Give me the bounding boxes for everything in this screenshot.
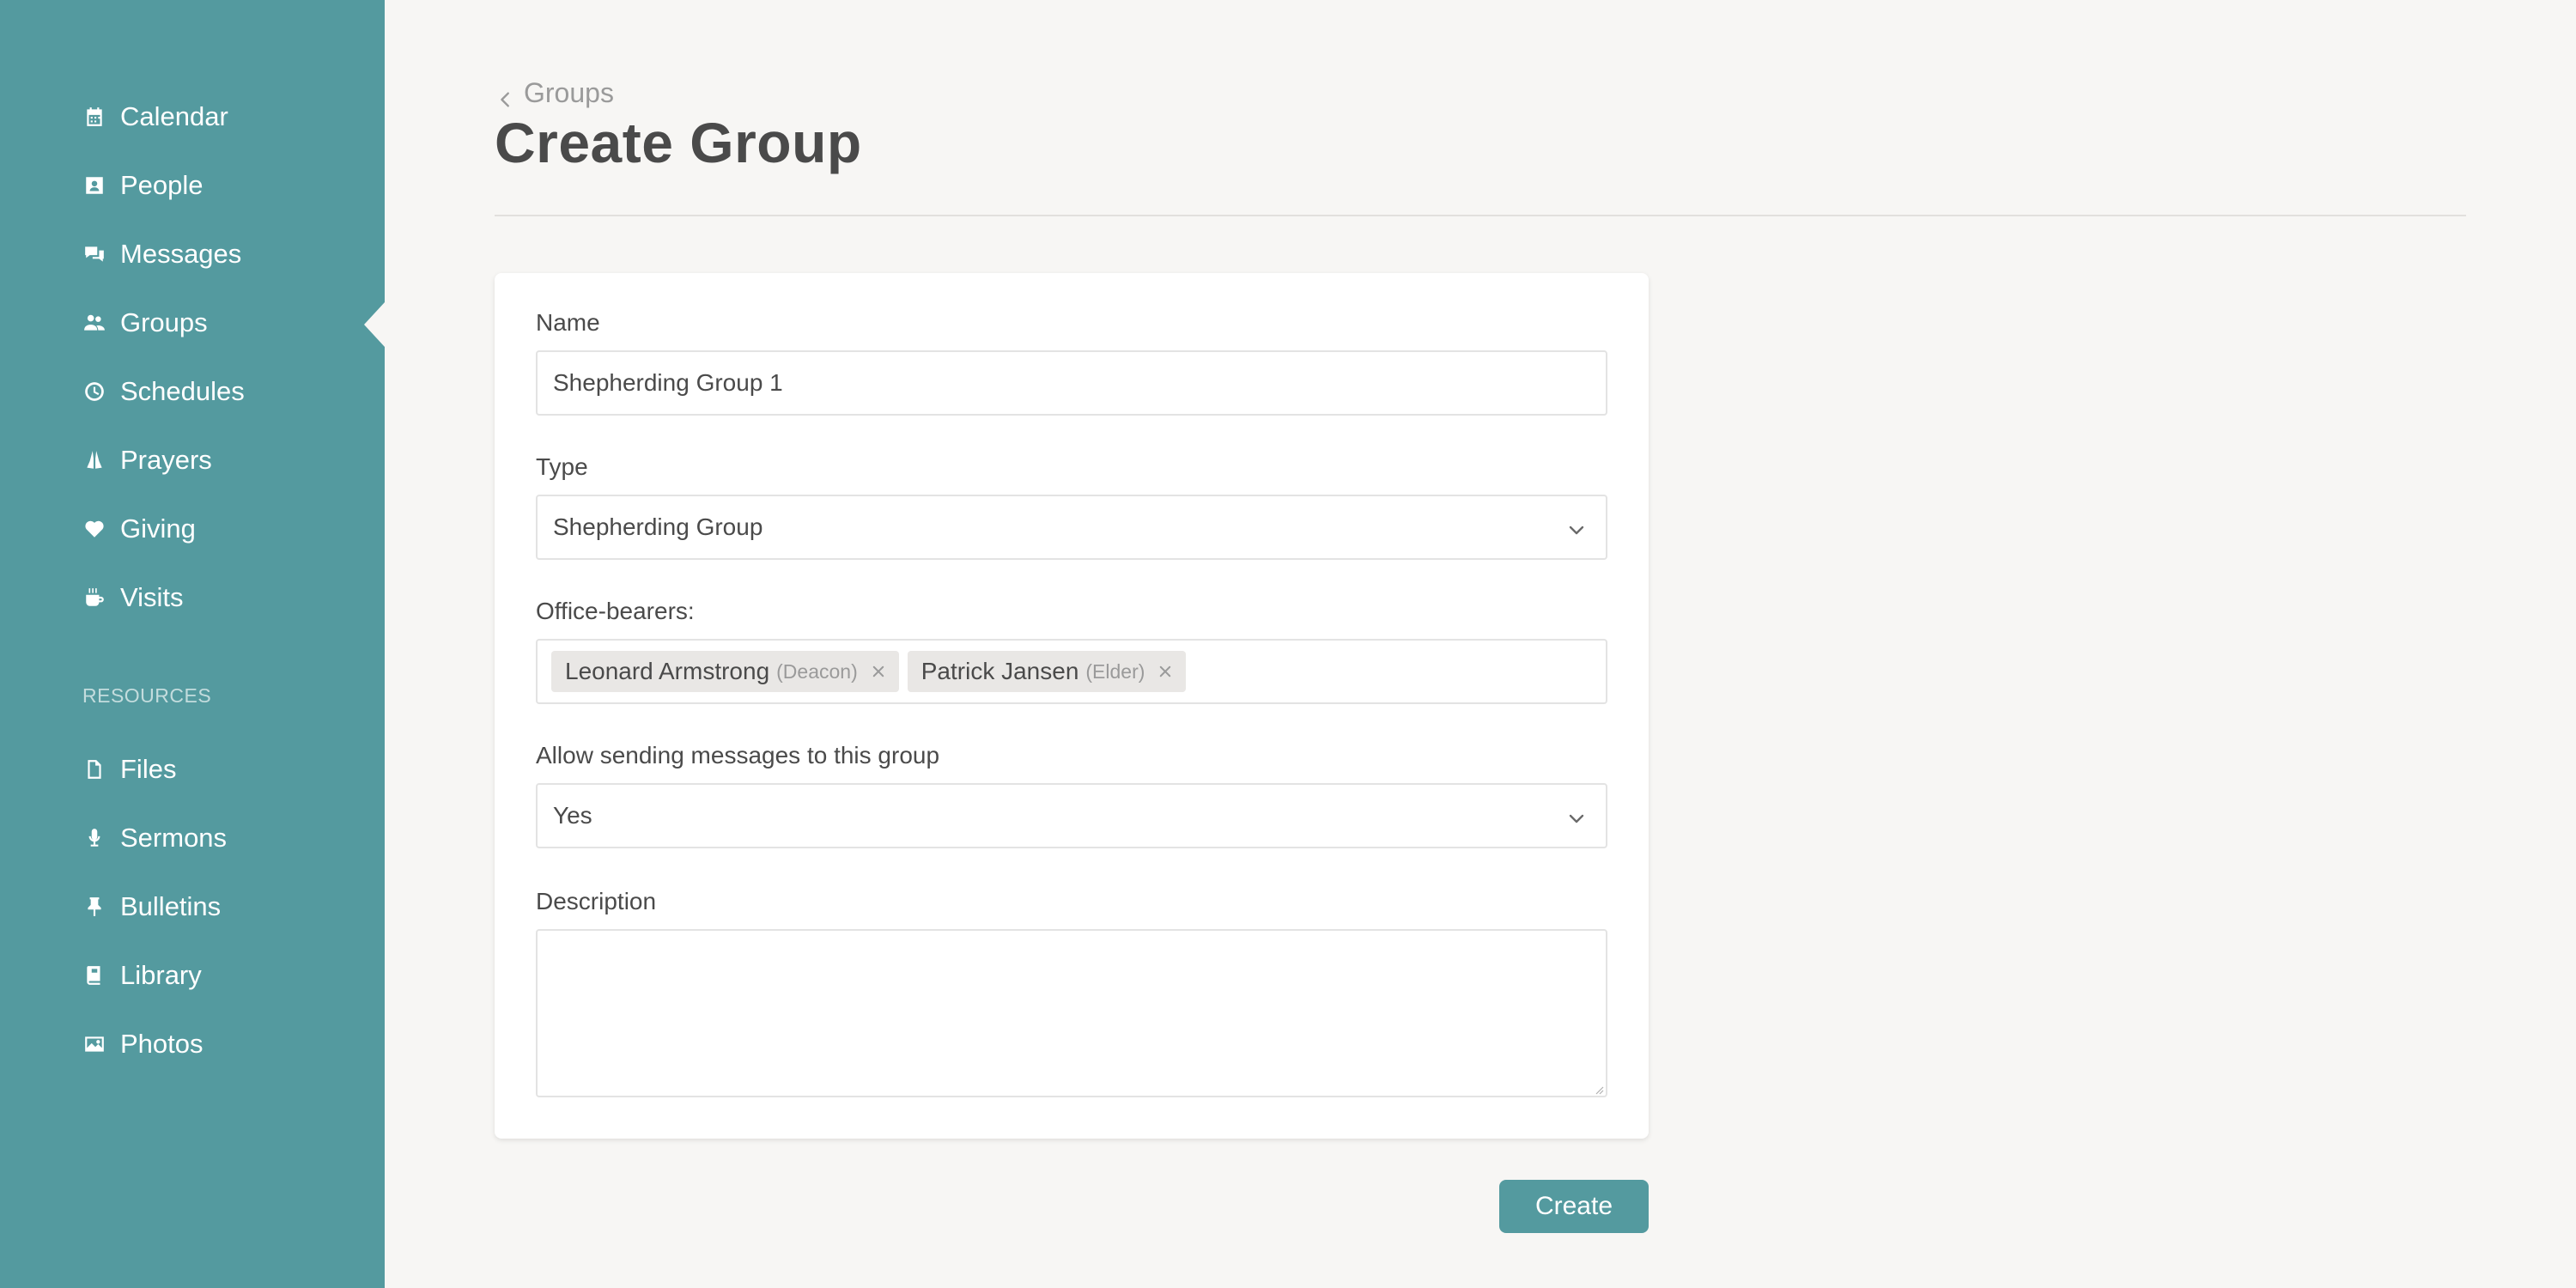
coffee-cup-icon — [82, 586, 106, 610]
page-title: Create Group — [495, 111, 862, 174]
name-input[interactable]: Shepherding Group 1 — [536, 350, 1607, 416]
allow-messages-value: Yes — [553, 802, 592, 829]
sidebar-item-label: Bulletins — [120, 891, 222, 921]
pushpin-icon — [82, 895, 106, 919]
chevron-left-icon — [496, 84, 515, 107]
sidebar-item-label: Giving — [120, 513, 196, 544]
active-item-indicator — [364, 302, 385, 347]
sidebar: Calendar People Messages Groups Schedule… — [0, 0, 385, 1288]
contact-card-icon — [82, 173, 106, 197]
resources-heading: RESOURCES — [82, 684, 212, 707]
sidebar-item-schedules[interactable]: Schedules — [82, 366, 245, 417]
image-icon — [82, 1032, 106, 1056]
allow-messages-select[interactable]: Yes — [536, 783, 1607, 848]
sidebar-item-label: Groups — [120, 307, 208, 337]
remove-tag-close-icon[interactable] — [1157, 663, 1174, 680]
sidebar-item-prayers[interactable]: Prayers — [82, 434, 212, 486]
description-textarea[interactable] — [536, 929, 1607, 1097]
sidebar-item-label: Files — [120, 754, 177, 784]
sidebar-item-groups[interactable]: Groups — [82, 297, 208, 349]
clock-icon — [82, 380, 106, 404]
sidebar-item-giving[interactable]: Giving — [82, 503, 196, 555]
sidebar-item-photos[interactable]: Photos — [82, 1018, 204, 1070]
sidebar-item-label: Calendar — [120, 101, 228, 131]
calendar-icon — [82, 105, 106, 129]
tag-name: Patrick Jansen — [920, 658, 1079, 684]
sidebar-item-people[interactable]: People — [82, 160, 204, 211]
office-bearer-tag: Leonard Armstrong (Deacon) — [551, 651, 899, 692]
tag-name: Leonard Armstrong — [565, 658, 770, 684]
book-icon — [82, 963, 106, 987]
name-label: Name — [536, 309, 600, 336]
allow-messages-label: Allow sending messages to this group — [536, 742, 940, 769]
sidebar-item-bulletins[interactable]: Bulletins — [82, 881, 221, 933]
create-button[interactable]: Create — [1499, 1180, 1649, 1233]
breadcrumb-label: Groups — [524, 77, 614, 108]
remove-tag-close-icon[interactable] — [870, 663, 887, 680]
sidebar-item-sermons[interactable]: Sermons — [82, 812, 227, 864]
tag-role: (Deacon) — [776, 659, 858, 683]
praying-hands-icon — [82, 448, 106, 472]
sidebar-item-label: Prayers — [120, 445, 212, 475]
office-bearers-multiselect[interactable]: Leonard Armstrong (Deacon) Patrick Janse… — [536, 639, 1607, 704]
breadcrumb-back-link[interactable]: Groups — [496, 77, 614, 109]
type-label: Type — [536, 453, 588, 480]
chevron-down-icon — [1566, 519, 1587, 539]
sidebar-item-visits[interactable]: Visits — [82, 572, 184, 623]
type-select-value: Shepherding Group — [553, 513, 763, 540]
chat-bubbles-icon — [82, 242, 106, 266]
resize-handle[interactable] — [1594, 1084, 1604, 1095]
sidebar-item-label: Schedules — [120, 376, 245, 406]
sidebar-item-calendar[interactable]: Calendar — [82, 91, 228, 143]
sidebar-item-label: Visits — [120, 582, 184, 612]
users-icon — [82, 311, 106, 335]
name-input-value: Shepherding Group 1 — [553, 369, 783, 396]
file-icon — [82, 757, 106, 781]
sidebar-item-files[interactable]: Files — [82, 744, 176, 795]
sidebar-item-label: Photos — [120, 1029, 204, 1059]
create-group-form: Name Shepherding Group 1 Type Shepherdin… — [495, 273, 1649, 1139]
sidebar-item-messages[interactable]: Messages — [82, 228, 241, 280]
sidebar-item-label: Sermons — [120, 823, 228, 853]
sidebar-item-library[interactable]: Library — [82, 950, 202, 1001]
sidebar-item-label: People — [120, 170, 204, 200]
sidebar-item-label: Messages — [120, 239, 242, 269]
office-bearers-label: Office-bearers: — [536, 598, 695, 624]
app: Calendar People Messages Groups Schedule… — [0, 0, 2576, 1288]
type-select[interactable]: Shepherding Group — [536, 495, 1607, 560]
header-divider — [495, 215, 2466, 216]
heart-icon — [82, 517, 106, 541]
description-label: Description — [536, 888, 657, 914]
office-bearer-tag: Patrick Jansen (Elder) — [907, 651, 1187, 692]
tag-role: (Elder) — [1085, 659, 1145, 683]
sidebar-item-label: Library — [120, 960, 202, 990]
microphone-icon — [82, 826, 106, 850]
chevron-down-icon — [1566, 807, 1587, 828]
